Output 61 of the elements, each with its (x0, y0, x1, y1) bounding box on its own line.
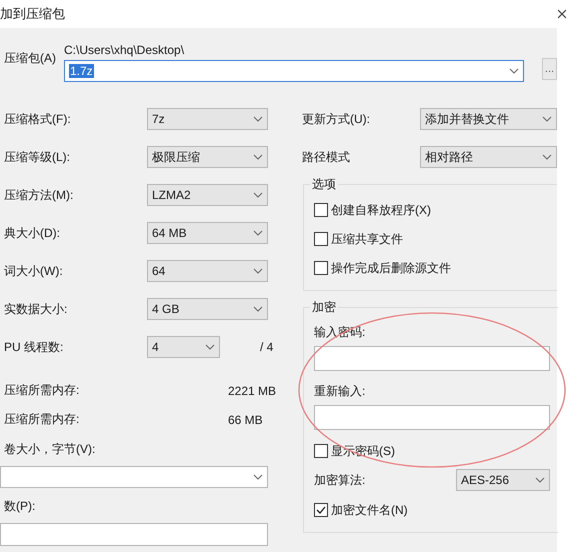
window-title: 加到压缩包 (0, 5, 65, 23)
field-label: 压缩包(A) (4, 50, 56, 67)
checkbox[interactable] (314, 502, 328, 516)
group-title: 加密 (311, 299, 337, 316)
dropdown[interactable]: 4 GB (147, 298, 268, 320)
chevron-down-icon (542, 116, 552, 122)
chevron-down-icon (253, 154, 263, 160)
dropdown[interactable]: AES-256 (456, 469, 550, 491)
checkbox[interactable] (314, 232, 328, 246)
field-label: 路径模式 (302, 148, 351, 166)
field-label: 典大小(D): (4, 224, 61, 242)
chevron-down-icon (253, 230, 263, 236)
memory-value: 66 MB (228, 412, 263, 428)
chevron-down-icon (509, 68, 519, 74)
checkbox-label: 操作完成后删除源文件 (331, 260, 451, 276)
dropdown[interactable]: 4 (147, 336, 220, 358)
field-label: 数(P): (4, 498, 36, 514)
checkbox-label: 压缩共享文件 (331, 230, 403, 246)
field-label: 加密算法: (314, 472, 366, 488)
field-label: 压缩等级(L): (4, 148, 71, 166)
chevron-down-icon (253, 116, 263, 122)
chevron-down-icon (253, 268, 263, 274)
dropdown[interactable]: 极限压缩 (147, 146, 268, 168)
checkbox[interactable] (314, 260, 328, 274)
field-label: 压缩所需内存: (4, 411, 80, 428)
close-icon[interactable] (558, 9, 566, 19)
dropdown[interactable]: 7z (147, 108, 268, 130)
password-field[interactable] (314, 346, 550, 371)
chevron-down-icon (253, 306, 263, 312)
checkbox[interactable] (314, 444, 328, 458)
dropdown[interactable]: 64 (147, 260, 268, 282)
parameters-field[interactable] (0, 522, 268, 546)
dropdown[interactable]: 添加并替换文件 (420, 108, 557, 130)
field-value: 1.7z (69, 64, 94, 78)
thread-count-text: / 4 (260, 339, 274, 355)
checkbox-label: 创建自释放程序(X) (331, 202, 431, 218)
checkbox-label: 加密文件名(N) (331, 502, 408, 518)
chevron-down-icon (253, 192, 263, 198)
dropdown[interactable]: 64 MB (147, 222, 268, 244)
field-label: 压缩所需内存: (4, 382, 80, 399)
chevron-down-icon (542, 154, 552, 160)
field-label: 重新输入: (314, 383, 366, 399)
field-label: 更新方式(U): (302, 110, 371, 128)
field-label: 压缩方法(M): (4, 186, 74, 204)
memory-value: 2221 MB (228, 382, 276, 398)
field-label: 压缩格式(F): (4, 110, 72, 128)
dropdown[interactable]: 相对路径 (420, 146, 557, 168)
checkbox[interactable] (314, 202, 328, 216)
chevron-down-icon (253, 474, 263, 480)
archive-name-field[interactable]: 1.7z (64, 60, 524, 82)
field-label: 实数据大小: (4, 300, 68, 318)
browse-button[interactable]: ... (542, 58, 557, 80)
dropdown[interactable]: LZMA2 (147, 184, 268, 206)
path-text: C:\Users\xhq\Desktop\ (64, 42, 186, 58)
group-title: 选项 (311, 176, 337, 193)
chevron-down-icon (535, 477, 545, 483)
field-label: PU 线程数: (4, 338, 64, 356)
password-field[interactable] (314, 405, 550, 430)
field-label: 词大小(W): (4, 262, 64, 280)
field-label: 卷大小，字节(V): (4, 441, 96, 457)
chevron-down-icon (205, 344, 215, 350)
